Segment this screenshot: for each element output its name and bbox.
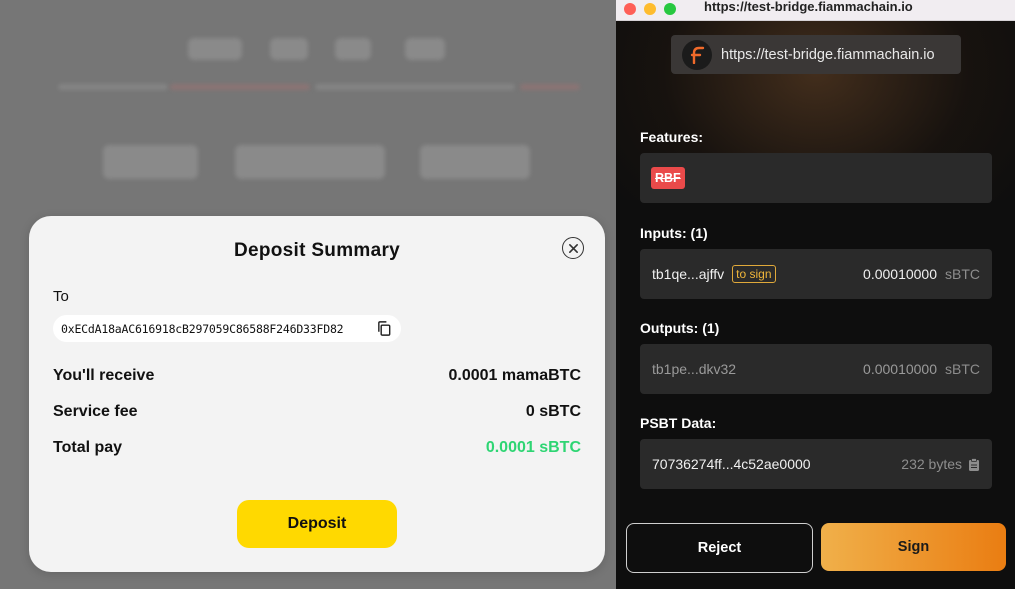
- clipboard-icon[interactable]: [968, 457, 980, 471]
- reject-button[interactable]: Reject: [626, 523, 813, 573]
- features-label: Features:: [640, 129, 704, 145]
- blurred-text: [315, 84, 515, 90]
- fiamma-logo-icon: [690, 46, 705, 64]
- blurred-nav-item: [335, 38, 371, 60]
- origin-url-pill: https://test-bridge.fiammachain.io: [671, 35, 961, 74]
- copy-icon[interactable]: [376, 320, 393, 337]
- service-fee-row: Service fee 0 sBTC: [53, 403, 581, 421]
- to-address: 0xECdA18aAC616918cB297059C86588F246D33FD…: [61, 321, 344, 336]
- psbt-size: 232 bytes: [901, 456, 962, 472]
- service-fee-value: 0 sBTC: [525, 403, 581, 420]
- features-card: RBF: [640, 153, 992, 203]
- outputs-label: Outputs: (1): [640, 320, 720, 336]
- fiamma-logo: [682, 39, 712, 70]
- total-pay-value: 0.0001 sBTC: [485, 439, 581, 456]
- blurred-button: [235, 145, 385, 179]
- window-title: https://test-bridge.fiammachain.io: [704, 0, 913, 14]
- output-address: tb1pe...dkv32: [652, 361, 737, 377]
- output-unit: sBTC: [945, 361, 980, 377]
- modal-title: Deposit Summary: [233, 240, 401, 261]
- sign-button[interactable]: Sign: [821, 523, 1006, 571]
- blurred-nav-item: [188, 38, 242, 60]
- to-address-field: 0xECdA18aAC616918cB297059C86588F246D33FD…: [53, 315, 401, 342]
- deposit-summary-modal: Deposit Summary To 0xECdA18aAC616918cB29…: [29, 216, 605, 572]
- to-sign-tag: to sign: [732, 265, 776, 283]
- inputs-label: Inputs: (1): [640, 225, 708, 241]
- close-window-button[interactable]: [624, 3, 636, 15]
- blurred-text: [170, 84, 310, 90]
- input-address: tb1qe...ajffv: [652, 266, 725, 282]
- input-row: tb1qe...ajffv to sign 0.00010000 sBTC: [640, 249, 992, 299]
- psbt-size-group: 232 bytes: [901, 456, 980, 472]
- blurred-text: [58, 84, 168, 90]
- psbt-data: 70736274ff...4c52ae0000: [652, 456, 811, 472]
- to-label: To: [53, 288, 69, 305]
- receive-label: You'll receive: [53, 367, 155, 384]
- blurred-nav-item: [405, 38, 445, 60]
- close-button[interactable]: [562, 237, 584, 259]
- output-row: tb1pe...dkv32 0.00010000 sBTC: [640, 344, 992, 394]
- output-amount: 0.00010000: [863, 361, 937, 377]
- psbt-card: 70736274ff...4c52ae0000 232 bytes: [640, 439, 992, 489]
- window-titlebar: https://test-bridge.fiammachain.io: [616, 0, 1015, 21]
- total-pay-row: Total pay 0.0001 sBTC: [53, 439, 581, 457]
- blurred-nav-item: [270, 38, 308, 60]
- input-amount: 0.00010000: [863, 266, 937, 282]
- service-fee-label: Service fee: [53, 403, 138, 420]
- receive-row: You'll receive 0.0001 mamaBTC: [53, 367, 581, 385]
- total-pay-label: Total pay: [53, 439, 123, 456]
- receive-value: 0.0001 mamaBTC: [448, 367, 581, 384]
- blurred-text: [520, 84, 580, 90]
- minimize-window-button[interactable]: [644, 3, 656, 15]
- wallet-extension-window: https://test-bridge.fiammachain.io https…: [616, 0, 1015, 589]
- maximize-window-button[interactable]: [664, 3, 676, 15]
- psbt-label: PSBT Data:: [640, 415, 717, 431]
- input-unit: sBTC: [945, 266, 980, 282]
- blurred-button: [103, 145, 198, 179]
- rbf-badge: RBF: [651, 167, 685, 189]
- origin-url: https://test-bridge.fiammachain.io: [721, 46, 935, 63]
- deposit-button[interactable]: Deposit: [237, 500, 397, 548]
- blurred-button: [420, 145, 530, 179]
- close-icon: [568, 243, 578, 253]
